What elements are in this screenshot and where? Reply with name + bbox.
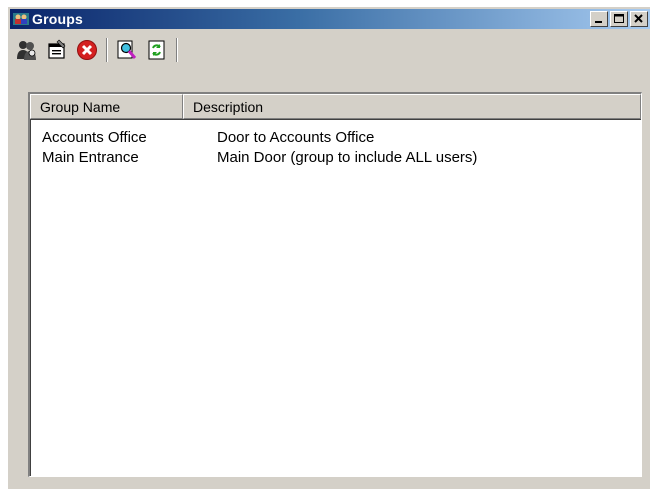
- refresh-button[interactable]: [144, 37, 170, 63]
- add-group-button[interactable]: [14, 37, 40, 63]
- find-button[interactable]: [114, 37, 140, 63]
- group-name-cell: Main Entrance: [42, 148, 139, 166]
- list-item[interactable]: Accounts Office Door to Accounts Office: [30, 127, 641, 147]
- delete-icon: [77, 40, 97, 60]
- delete-button[interactable]: [74, 37, 100, 63]
- list-header: Group Name Description: [30, 94, 641, 119]
- title-bar[interactable]: Groups: [10, 9, 650, 29]
- groups-app-icon: [13, 11, 29, 27]
- minimize-button[interactable]: [590, 11, 608, 27]
- refresh-icon: [148, 40, 165, 60]
- window-title: Groups: [32, 11, 83, 27]
- add-group-icon: [17, 41, 36, 60]
- toolbar-separator-end: [176, 38, 178, 62]
- group-name-cell: Accounts Office: [42, 128, 147, 146]
- groups-list[interactable]: Group Name Description Accounts Office D…: [28, 92, 642, 477]
- toolbar-separator: [106, 38, 108, 62]
- properties-icon: [48, 39, 66, 59]
- maximize-button[interactable]: [610, 11, 628, 27]
- find-icon: [117, 40, 137, 59]
- group-description-cell: Main Door (group to include ALL users): [217, 148, 478, 166]
- groups-window: Groups Group Name Description Accounts O…: [7, 6, 650, 489]
- properties-button[interactable]: [44, 37, 70, 63]
- column-header-description[interactable]: Description: [183, 94, 641, 119]
- close-button[interactable]: [630, 11, 648, 27]
- group-description-cell: Door to Accounts Office: [217, 128, 375, 146]
- list-item[interactable]: Main Entrance Main Door (group to includ…: [30, 147, 641, 167]
- close-icon: [634, 14, 643, 23]
- toolbar: [14, 34, 184, 66]
- column-header-group-name[interactable]: Group Name: [30, 94, 183, 119]
- minimize-icon: [595, 21, 602, 23]
- maximize-icon: [614, 14, 624, 23]
